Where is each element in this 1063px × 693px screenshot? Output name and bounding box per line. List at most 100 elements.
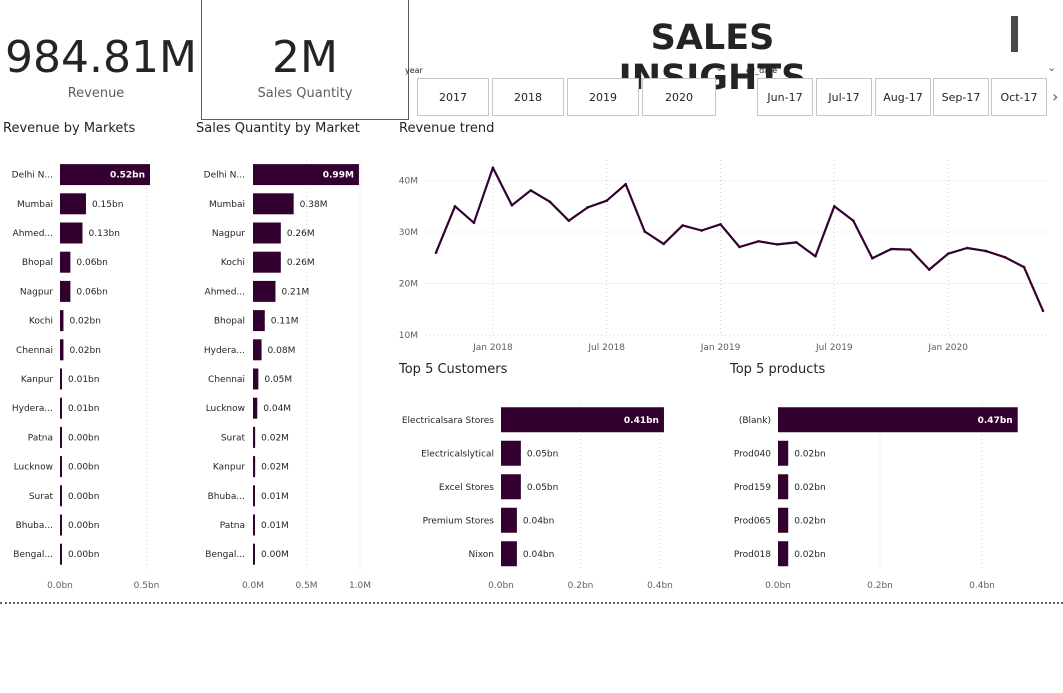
- top_products-category-label: Prod065: [734, 516, 771, 526]
- rev_markets-data-label: 0.00bn: [68, 550, 99, 560]
- rev_markets-bar: [60, 514, 62, 536]
- trend-data-point: [984, 249, 988, 253]
- rev_markets-category-label: Chennai: [16, 346, 53, 356]
- top_customers-data-label: 0.05bn: [527, 483, 558, 493]
- rev_markets-bar: [60, 485, 62, 507]
- top_customers-category-label: Excel Stores: [439, 483, 494, 493]
- top_products-bar: [778, 440, 789, 466]
- top_customers-bar: [501, 541, 517, 567]
- qty_markets-category-label: Surat: [221, 433, 246, 443]
- qty_markets-bar: [253, 251, 281, 273]
- rev_markets-category-label: Lucknow: [14, 463, 53, 473]
- rev_markets-bar: [60, 193, 86, 215]
- top_customers-bar: [501, 440, 521, 466]
- qty_markets-data-label: 0.26M: [287, 229, 315, 239]
- trend-data-point: [434, 251, 438, 254]
- top_customers-x-tick-label: 0.2bn: [568, 581, 594, 591]
- qty_markets-category-label: Bhuba...: [208, 492, 245, 502]
- trend-x-tick-label: Jan 2018: [472, 343, 513, 353]
- rev_markets-data-label: 0.00bn: [68, 433, 99, 443]
- top_products-x-tick-label: 0.2bn: [867, 581, 893, 591]
- top_products-x-tick-label: 0.0bn: [765, 581, 791, 591]
- top_products-data-label: 0.02bn: [794, 449, 825, 459]
- trend-data-point: [529, 189, 533, 192]
- qty_markets-data-label: 0.02M: [261, 463, 289, 473]
- charts-canvas: 0.0bn 0.5bn Delhi N... 0.52bn Mumbai 0.15bn Ah…: [12, 160, 1048, 591]
- rev_markets-bar: [60, 251, 71, 273]
- rev_markets-category-label: Bengal...: [13, 550, 53, 560]
- rev_markets-category-label: Ahmed...: [13, 229, 53, 239]
- trend-data-point: [927, 268, 931, 271]
- top_customers-x-tick-label: 0.4bn: [647, 581, 673, 591]
- trend-series-line: [434, 166, 1045, 312]
- qty_markets-category-label: Patna: [220, 521, 245, 531]
- trend-data-point: [738, 245, 741, 249]
- qty_markets-bar: [253, 426, 256, 448]
- trend-data-point: [814, 254, 817, 258]
- qty_markets-bar: [253, 397, 258, 419]
- top_products-bar: [778, 474, 789, 500]
- rev_markets-x-tick-label: 0.0bn: [47, 581, 73, 591]
- rev_markets-bar: [60, 222, 83, 244]
- rev_markets-data-label: 0.01bn: [68, 375, 99, 385]
- rev_markets-data-label: 0.52bn: [110, 171, 145, 181]
- trend-data-point: [833, 205, 836, 208]
- qty_markets-data-label: 0.38M: [300, 200, 328, 210]
- trend-data-point: [700, 229, 703, 232]
- qty_markets-data-label: 0.26M: [287, 258, 315, 268]
- rev_markets-category-label: Bhopal: [22, 258, 53, 268]
- qty_markets-bar: [253, 222, 281, 244]
- trend-x-tick-label: Jul 2018: [587, 343, 625, 353]
- trend-y-tick-label: 10M: [399, 331, 418, 341]
- trend-data-point: [852, 219, 855, 223]
- trend-x-tick-label: Jan 2020: [927, 343, 968, 353]
- trend-data-point: [453, 205, 457, 208]
- trend-data-point: [889, 247, 893, 251]
- qty_markets-data-label: 0.02M: [261, 433, 289, 443]
- rev_markets-bar: [60, 368, 62, 390]
- trend-data-point: [662, 242, 665, 246]
- qty_markets-x-tick-label: 0.0M: [242, 581, 264, 591]
- qty_markets-category-label: Kanpur: [213, 463, 245, 473]
- qty_markets-category-label: Lucknow: [206, 404, 245, 414]
- rev_markets-category-label: Patna: [28, 433, 53, 443]
- rev_markets-category-label: Bhuba...: [16, 521, 53, 531]
- trend-x-tick-label: Jul 2019: [815, 343, 853, 353]
- trend-data-point: [1041, 309, 1045, 313]
- top_products-category-label: (Blank): [739, 416, 771, 426]
- top_customers-category-label: Nixon: [469, 550, 495, 560]
- top_customers-data-label: 0.05bn: [527, 449, 558, 459]
- trend-x-tick-label: Jan 2019: [700, 343, 741, 353]
- trend-data-point: [643, 230, 646, 233]
- qty_markets-bar: [253, 368, 259, 390]
- qty_markets-bar: [253, 339, 262, 361]
- qty_markets-category-label: Ahmed...: [205, 287, 245, 297]
- rev_markets-x-tick-label: 0.5bn: [134, 581, 160, 591]
- top_products-category-label: Prod159: [734, 483, 771, 493]
- trend-data-point: [472, 221, 476, 225]
- rev_markets-bar: [60, 280, 71, 302]
- trend-data-point: [586, 206, 590, 209]
- trend-data-point: [946, 252, 950, 255]
- trend-data-point: [624, 182, 627, 186]
- top_products-data-label: 0.02bn: [794, 550, 825, 560]
- top_customers-category-label: Premium Stores: [423, 516, 495, 526]
- rev_markets-category-label: Kochi: [29, 317, 53, 327]
- qty_markets-data-label: 0.01M: [261, 521, 289, 531]
- rev_markets-bar: [60, 310, 64, 332]
- qty_markets-data-label: 0.01M: [261, 492, 289, 502]
- top_customers-category-label: Electricalsara Stores: [402, 416, 494, 426]
- qty_markets-bar: [253, 310, 265, 332]
- qty_markets-data-label: 0.08M: [268, 346, 296, 356]
- rev_markets-category-label: Hydera...: [12, 404, 53, 414]
- trend-data-point: [491, 166, 495, 170]
- trend-data-point: [605, 199, 609, 202]
- rev_markets-data-label: 0.15bn: [92, 200, 123, 210]
- qty_markets-category-label: Bengal...: [205, 550, 245, 560]
- qty_markets-category-label: Hydera...: [204, 346, 245, 356]
- qty_markets-category-label: Delhi N...: [204, 171, 245, 181]
- qty_markets-bar: [253, 514, 255, 536]
- rev_markets-data-label: 0.00bn: [68, 521, 99, 531]
- qty_markets-data-label: 0.11M: [271, 317, 299, 327]
- trend-data-point: [795, 241, 798, 244]
